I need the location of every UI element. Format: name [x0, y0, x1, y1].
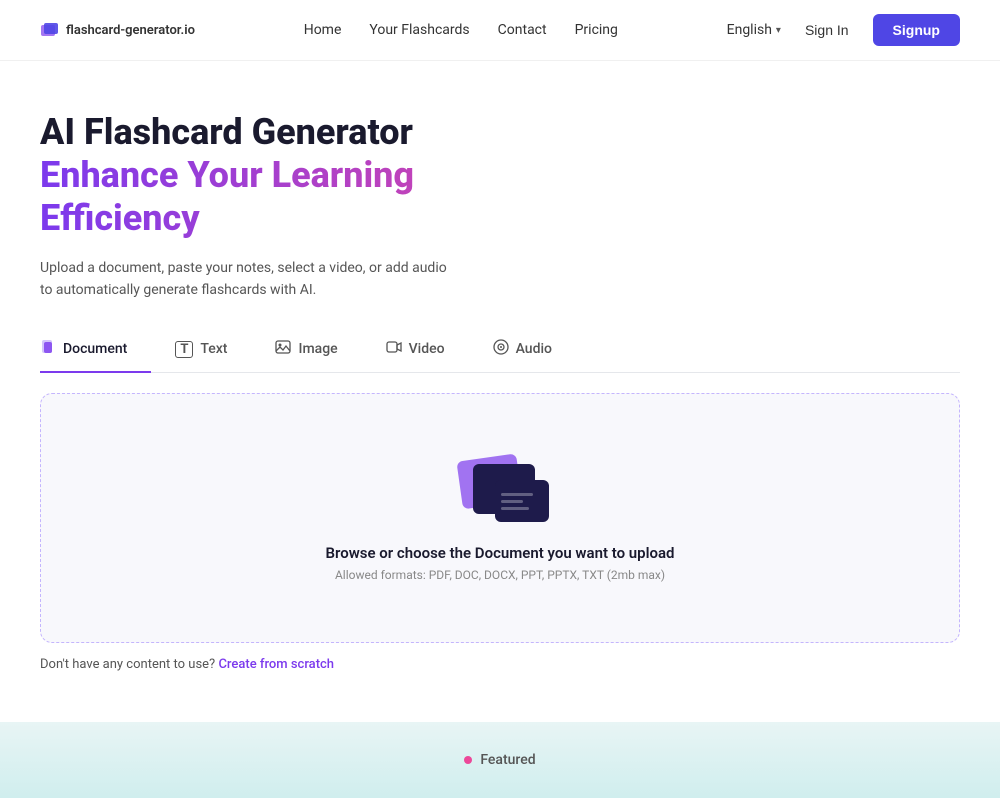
header-right: English ▾ Sign In Signup	[727, 14, 960, 46]
card-line-1	[501, 493, 533, 496]
tab-document[interactable]: Document	[40, 331, 151, 373]
featured-dot-icon	[464, 756, 472, 764]
document-icon	[40, 339, 56, 359]
upload-title: Browse or choose the Document you want t…	[326, 544, 675, 562]
image-icon	[275, 339, 291, 359]
scratch-row: Don't have any content to use? Create fr…	[0, 643, 1000, 672]
scratch-prefix: Don't have any content to use?	[40, 657, 215, 672]
nav-pricing[interactable]: Pricing	[575, 22, 618, 38]
language-selector[interactable]: English ▾	[727, 22, 781, 38]
tab-image[interactable]: Image	[275, 331, 361, 373]
tab-image-label: Image	[298, 341, 337, 357]
header: flashcard-generator.io Home Your Flashca…	[0, 0, 1000, 61]
tabs-section: Document T Text Image Video Audio	[0, 301, 1000, 373]
upload-dropzone[interactable]: Browse or choose the Document you want t…	[40, 393, 960, 643]
hero-title-line3: Efficiency	[40, 197, 200, 239]
signup-button[interactable]: Signup	[873, 14, 960, 46]
card-front-inner	[495, 480, 549, 522]
logo[interactable]: flashcard-generator.io	[40, 20, 195, 40]
signin-button[interactable]: Sign In	[795, 16, 859, 44]
tab-document-label: Document	[63, 341, 127, 357]
tabs-bar: Document T Text Image Video Audio	[40, 331, 960, 373]
text-icon: T	[175, 341, 193, 358]
hero-section: AI Flashcard Generator Enhance Your Lear…	[0, 61, 700, 301]
upload-description: Allowed formats: PDF, DOC, DOCX, PPT, PP…	[335, 568, 665, 582]
tab-video-label: Video	[409, 341, 445, 357]
upload-section: Browse or choose the Document you want t…	[0, 373, 1000, 643]
tab-video[interactable]: Video	[386, 331, 469, 373]
hero-title-line2: Enhance Your Learning	[40, 154, 414, 196]
card-line-2	[501, 500, 523, 503]
lang-label: English	[727, 22, 772, 38]
main-nav: Home Your Flashcards Contact Pricing	[304, 22, 618, 38]
featured-text: Featured	[480, 752, 535, 768]
tab-audio-label: Audio	[516, 341, 552, 357]
video-icon	[386, 339, 402, 359]
featured-label: Featured	[464, 752, 535, 768]
hero-description: Upload a document, paste your notes, sel…	[40, 257, 460, 302]
featured-section: Featured	[0, 722, 1000, 798]
tab-text[interactable]: T Text	[175, 331, 251, 373]
tab-text-label: Text	[200, 341, 227, 357]
card-line-3	[501, 507, 529, 510]
upload-illustration	[455, 454, 545, 524]
tab-audio[interactable]: Audio	[493, 331, 576, 373]
hero-title-gradient: Enhance Your Learning Efficiency	[40, 154, 660, 240]
chevron-down-icon: ▾	[776, 25, 781, 36]
nav-flashcards[interactable]: Your Flashcards	[369, 22, 469, 38]
audio-icon	[493, 339, 509, 359]
nav-contact[interactable]: Contact	[498, 22, 547, 38]
hero-title-line1: AI Flashcard Generator	[40, 111, 660, 154]
logo-text: flashcard-generator.io	[66, 23, 195, 38]
create-from-scratch-link[interactable]: Create from scratch	[218, 657, 334, 672]
card-front-decoration	[473, 464, 535, 514]
nav-home[interactable]: Home	[304, 22, 342, 38]
